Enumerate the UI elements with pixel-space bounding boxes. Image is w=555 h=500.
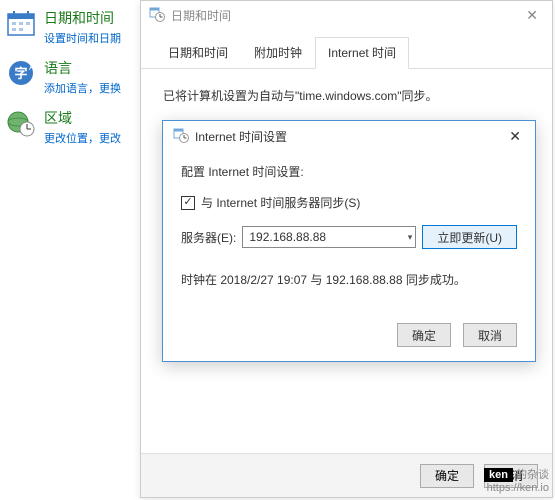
watermark-badge: ken xyxy=(484,468,513,482)
sync-checkbox-row[interactable]: ✓ 与 Internet 时间服务器同步(S) xyxy=(181,194,517,211)
calendar-icon xyxy=(6,8,36,38)
server-value: 192.168.88.88 xyxy=(249,230,326,244)
control-panel-sidebar: 日期和时间 设置时间和日期 字A 语言 添加语言，更换 区域 更改位置，更改 xyxy=(0,0,140,166)
sidebar-title: 日期和时间 xyxy=(44,8,121,28)
sync-status-text: 时钟在 2018/2/27 19:07 与 192.168.88.88 同步成功… xyxy=(181,271,517,288)
tab-strip: 日期和时间 附加时钟 Internet 时间 xyxy=(141,29,552,69)
dialog-titlebar: Internet 时间设置 ✕ xyxy=(163,121,535,151)
checkbox-icon[interactable]: ✓ xyxy=(181,196,195,210)
tab-datetime[interactable]: 日期和时间 xyxy=(155,37,241,68)
datetime-icon xyxy=(173,127,189,146)
close-icon[interactable]: ✕ xyxy=(520,7,544,24)
configure-label: 配置 Internet 时间设置: xyxy=(181,163,517,180)
language-icon: 字A xyxy=(6,58,36,88)
sidebar-sub: 更改位置，更改 xyxy=(44,130,121,146)
sidebar-item-region[interactable]: 区域 更改位置，更改 xyxy=(6,108,134,146)
cancel-button[interactable]: 取消 xyxy=(463,323,517,347)
sync-info-text: 已将计算机设置为自动与"time.windows.com"同步。 xyxy=(163,87,530,104)
sidebar-item-language[interactable]: 字A 语言 添加语言，更换 xyxy=(6,58,134,96)
watermark-text: 的杂谈 xyxy=(513,469,549,481)
checkbox-label: 与 Internet 时间服务器同步(S) xyxy=(201,194,360,211)
tab-body: 已将计算机设置为自动与"time.windows.com"同步。 xyxy=(141,69,552,122)
sidebar-title: 语言 xyxy=(44,58,121,78)
sidebar-title: 区域 xyxy=(44,108,121,128)
tab-additional-clocks[interactable]: 附加时钟 xyxy=(241,37,315,68)
titlebar: 日期和时间 ✕ xyxy=(141,1,552,29)
sidebar-sub: 设置时间和日期 xyxy=(44,30,121,46)
svg-text:A: A xyxy=(29,62,35,72)
dialog-title: Internet 时间设置 xyxy=(195,128,287,145)
server-label: 服务器(E): xyxy=(181,229,236,246)
watermark: ken 的杂谈 https://ken.io xyxy=(484,466,549,494)
datetime-icon xyxy=(149,6,165,25)
chevron-down-icon[interactable]: ▾ xyxy=(408,232,413,243)
globe-clock-icon xyxy=(6,108,36,138)
svg-text:字: 字 xyxy=(14,66,27,81)
tab-internet-time[interactable]: Internet 时间 xyxy=(315,37,409,69)
update-now-button[interactable]: 立即更新(U) xyxy=(422,225,517,249)
ok-button[interactable]: 确定 xyxy=(420,464,474,488)
server-combobox[interactable]: 192.168.88.88 ▾ xyxy=(242,226,416,248)
window-title: 日期和时间 xyxy=(171,7,231,24)
internet-time-settings-dialog: Internet 时间设置 ✕ 配置 Internet 时间设置: ✓ 与 In… xyxy=(162,120,536,362)
watermark-url: https://ken.io xyxy=(484,482,549,494)
sidebar-sub: 添加语言，更换 xyxy=(44,80,121,96)
sidebar-item-datetime[interactable]: 日期和时间 设置时间和日期 xyxy=(6,8,134,46)
ok-button[interactable]: 确定 xyxy=(397,323,451,347)
close-icon[interactable]: ✕ xyxy=(505,128,525,145)
